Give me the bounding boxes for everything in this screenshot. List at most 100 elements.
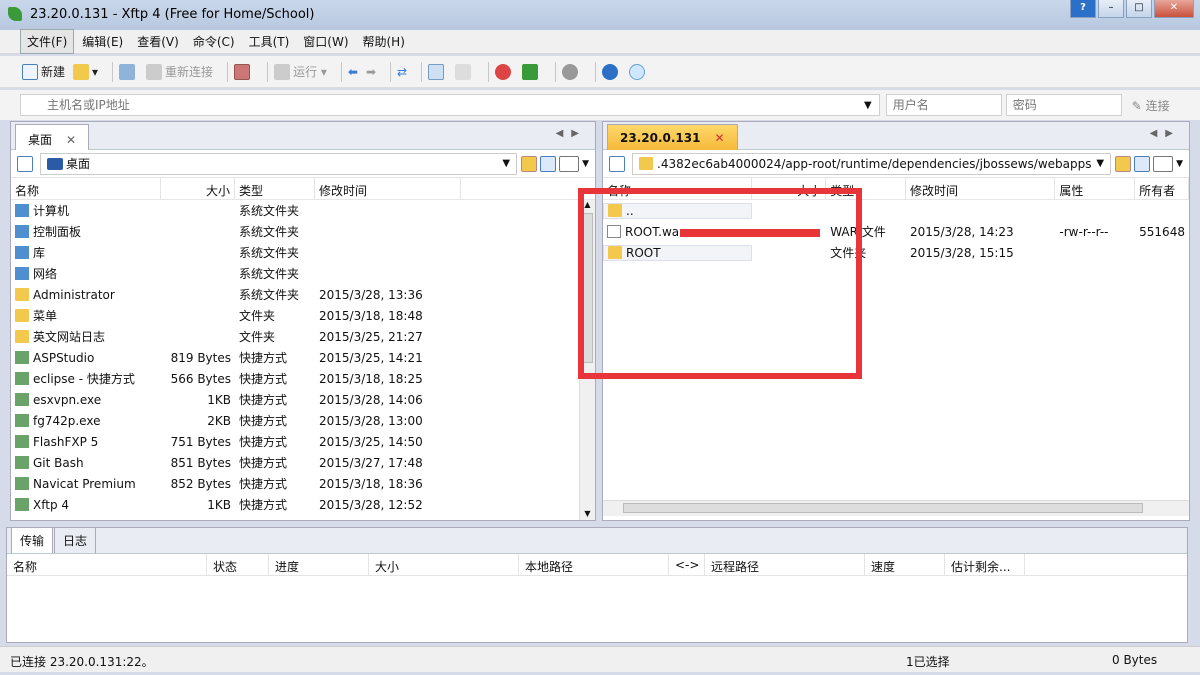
col-owner[interactable]: 所有者	[1135, 178, 1189, 199]
table-row[interactable]: 库 系统文件夹	[11, 242, 595, 263]
col-type[interactable]: 类型	[826, 178, 906, 199]
table-row[interactable]: 控制面板 系统文件夹	[11, 221, 595, 242]
menu-edit[interactable]: 编辑(E)	[76, 30, 129, 53]
tab-log[interactable]: 日志	[54, 527, 97, 553]
table-row[interactable]: Navicat Premium 852 Bytes 快捷方式 2015/3/18, 1…	[11, 473, 595, 494]
chat-button[interactable]	[629, 63, 648, 80]
help-button[interactable]	[602, 63, 621, 80]
open-folder-button[interactable]: ▾	[73, 63, 98, 80]
table-row[interactable]: FlashFXP 5 751 Bytes 快捷方式 2015/3/25, 14:50	[11, 431, 595, 452]
hscroll-thumb[interactable]	[623, 503, 1143, 513]
scroll-down-arrow-icon[interactable]: ▼	[580, 509, 595, 518]
close-tab-icon[interactable]: ✕	[714, 131, 724, 145]
table-row[interactable]: 计算机 系统文件夹	[11, 200, 595, 221]
col-eta[interactable]: 估计剩余...	[945, 554, 1025, 575]
xshell-button[interactable]	[495, 63, 514, 80]
local-path-combo[interactable]: 桌面 ▼	[40, 152, 518, 175]
tab-scroll-arrows[interactable]: ◀▶	[1150, 128, 1181, 139]
connect-link-button[interactable]	[119, 63, 138, 80]
col-name[interactable]: 名称	[11, 178, 161, 199]
path-dropdown-icon[interactable]: ▼	[502, 158, 510, 169]
col-size[interactable]: 大小	[161, 178, 235, 199]
col-name[interactable]: 名称	[7, 554, 207, 575]
menu-command[interactable]: 命令(C)	[187, 30, 241, 53]
col-modified[interactable]: 修改时间	[906, 178, 1056, 199]
username-input[interactable]	[885, 94, 1002, 116]
col-speed[interactable]: 速度	[865, 554, 945, 575]
maximize-button[interactable]: □	[1126, 0, 1152, 18]
col-local-path[interactable]: 本地路径	[519, 554, 669, 575]
reconnect-button[interactable]: 重新连接	[146, 63, 213, 80]
table-row[interactable]: Xftp 4 1KB 快捷方式 2015/3/28, 12:52	[11, 494, 595, 515]
table-row[interactable]: esxvpn.exe 1KB 快捷方式 2015/3/28, 14:06	[11, 389, 595, 410]
properties-button[interactable]	[234, 63, 253, 80]
tab-session[interactable]: 23.20.0.131 ✕	[607, 124, 738, 150]
tab-scroll-arrows[interactable]: ◀▶	[556, 128, 587, 139]
xftp-button[interactable]	[522, 63, 541, 80]
remote-path-combo[interactable]: .4382ec6ab4000024/app-root/runtime/depen…	[632, 152, 1112, 175]
table-row[interactable]: Administrator 系统文件夹 2015/3/28, 13:36	[11, 284, 595, 305]
sync-button[interactable]: ⇄	[397, 65, 407, 79]
new-session-button[interactable]: 新建	[22, 63, 65, 80]
file-attributes: -rw-r--r--	[1059, 224, 1109, 239]
file-name: 控制面板	[33, 225, 82, 239]
view-mode-icon[interactable]	[559, 155, 580, 172]
remote-horizontal-scrollbar[interactable]	[603, 500, 1189, 516]
paste-button[interactable]	[455, 63, 474, 80]
scroll-thumb[interactable]	[582, 213, 593, 363]
menu-view[interactable]: 查看(V)	[131, 30, 185, 53]
col-size[interactable]: 大小	[369, 554, 519, 575]
table-row[interactable]: ASPStudio 819 Bytes 快捷方式 2015/3/25, 14:21	[11, 347, 595, 368]
menu-file[interactable]: 文件(F)	[20, 29, 75, 54]
copy-button[interactable]	[428, 63, 447, 80]
menu-tools[interactable]: 工具(T)	[243, 30, 296, 53]
table-row[interactable]: Git Bash 851 Bytes 快捷方式 2015/3/27, 17:48	[11, 452, 595, 473]
file-type: 文件夹	[830, 246, 867, 260]
close-button[interactable]: ✕	[1154, 0, 1194, 18]
table-row[interactable]: 网络 系统文件夹	[11, 263, 595, 284]
col-direction[interactable]: <->	[669, 554, 705, 575]
table-row[interactable]: ROOT 文件夹 2015/3/28, 15:15	[603, 242, 1189, 263]
tab-transfer[interactable]: 传输	[11, 527, 54, 553]
host-input[interactable]	[20, 94, 880, 116]
local-vertical-scrollbar[interactable]: ▲ ▼	[579, 200, 595, 520]
minimize-button[interactable]: –	[1098, 0, 1124, 18]
connect-button[interactable]: ✎ 连接	[1132, 97, 1170, 114]
refresh-icon[interactable]	[540, 155, 557, 172]
scroll-up-arrow-icon[interactable]: ▲	[580, 200, 595, 209]
col-remote-path[interactable]: 远程路径	[705, 554, 865, 575]
toolbar-divider	[595, 61, 597, 82]
table-row[interactable]: fg742p.exe 2KB 快捷方式 2015/3/28, 13:00	[11, 410, 595, 431]
options-button[interactable]	[562, 63, 581, 80]
table-row[interactable]: ..	[603, 200, 1189, 221]
password-input[interactable]	[1005, 94, 1122, 116]
parent-folder-icon[interactable]	[521, 155, 538, 172]
tab-desktop[interactable]: 桌面 ✕	[15, 124, 90, 150]
view-mode-icon[interactable]	[1153, 155, 1174, 172]
col-progress[interactable]: 进度	[269, 554, 369, 575]
run-button[interactable]: 运行 ▾	[274, 63, 327, 80]
panel-toggle-icon[interactable]	[609, 155, 625, 172]
col-modified[interactable]: 修改时间	[315, 178, 461, 199]
table-row[interactable]: eclipse - 快捷方式 566 Bytes 快捷方式 2015/3/18, 18…	[11, 368, 595, 389]
menu-window[interactable]: 窗口(W)	[297, 30, 354, 53]
back-button[interactable]: ⬅	[348, 65, 358, 79]
refresh-icon[interactable]	[1134, 155, 1151, 172]
col-status[interactable]: 状态	[207, 554, 269, 575]
table-row[interactable]: 菜单 文件夹 2015/3/18, 18:48	[11, 305, 595, 326]
view-mode-dropdown-icon[interactable]: ▼	[582, 159, 589, 169]
col-attributes[interactable]: 属性	[1055, 178, 1136, 199]
col-name[interactable]: 名称	[603, 178, 753, 199]
path-dropdown-icon[interactable]: ▼	[1096, 158, 1104, 169]
view-mode-dropdown-icon[interactable]: ▼	[1176, 159, 1183, 169]
close-tab-icon[interactable]: ✕	[66, 133, 76, 147]
panel-toggle-icon[interactable]	[17, 155, 33, 172]
host-dropdown-arrow-icon[interactable]: ▼	[864, 100, 872, 111]
forward-button[interactable]: ➡	[366, 65, 376, 79]
col-size[interactable]: 大小	[752, 178, 827, 199]
menu-help[interactable]: 帮助(H)	[357, 30, 411, 53]
table-row[interactable]: 英文网站日志 文件夹 2015/3/25, 21:27	[11, 326, 595, 347]
col-type[interactable]: 类型	[235, 178, 315, 199]
help-icon[interactable]: ?	[1070, 0, 1096, 18]
parent-folder-icon[interactable]	[1115, 155, 1132, 172]
